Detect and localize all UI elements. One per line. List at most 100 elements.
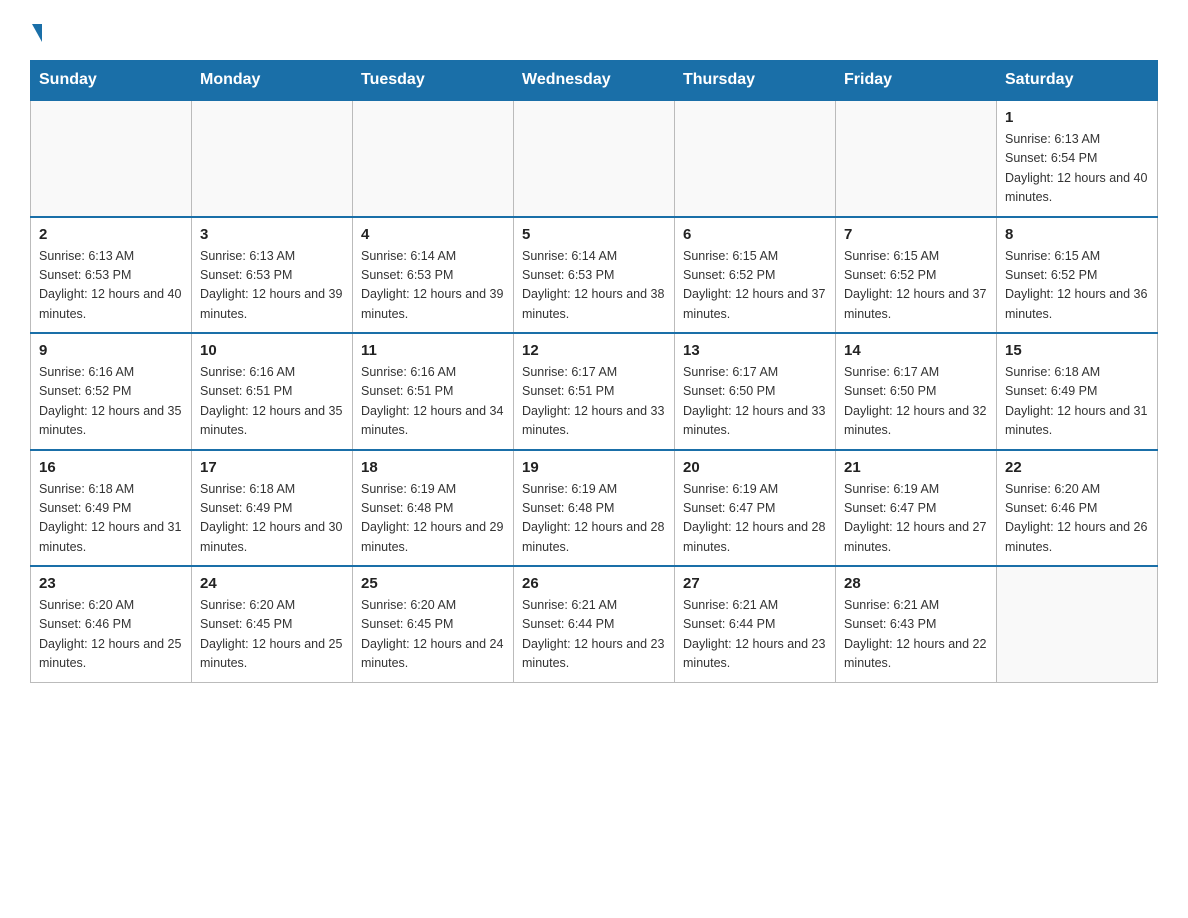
day-header-sunday: Sunday	[31, 61, 192, 101]
calendar-cell: 12 Sunrise: 6:17 AMSunset: 6:51 PMDayligh…	[514, 333, 675, 450]
day-info: Sunrise: 6:13 AMSunset: 6:54 PMDaylight:…	[1005, 130, 1149, 208]
day-info: Sunrise: 6:18 AMSunset: 6:49 PMDaylight:…	[39, 480, 183, 558]
calendar-cell: 4 Sunrise: 6:14 AMSunset: 6:53 PMDaylight…	[353, 217, 514, 334]
day-header-wednesday: Wednesday	[514, 61, 675, 101]
day-info: Sunrise: 6:21 AMSunset: 6:43 PMDaylight:…	[844, 596, 988, 674]
calendar-cell: 14 Sunrise: 6:17 AMSunset: 6:50 PMDayligh…	[836, 333, 997, 450]
calendar-cell: 17Sunrise: 6:18 AMSunset: 6:49 PMDayligh…	[192, 450, 353, 567]
calendar-cell	[31, 100, 192, 217]
day-info: Sunrise: 6:19 AMSunset: 6:48 PMDaylight:…	[361, 480, 505, 558]
calendar-cell: 8 Sunrise: 6:15 AMSunset: 6:52 PMDaylight…	[997, 217, 1158, 334]
calendar-cell: 11 Sunrise: 6:16 AMSunset: 6:51 PMDayligh…	[353, 333, 514, 450]
calendar-cell: 13 Sunrise: 6:17 AMSunset: 6:50 PMDayligh…	[675, 333, 836, 450]
calendar-cell	[675, 100, 836, 217]
day-info: Sunrise: 6:21 AMSunset: 6:44 PMDaylight:…	[683, 596, 827, 674]
calendar-cell: 28 Sunrise: 6:21 AMSunset: 6:43 PMDayligh…	[836, 566, 997, 682]
day-number: 15	[1005, 342, 1149, 359]
day-info: Sunrise: 6:18 AMSunset: 6:49 PMDaylight:…	[1005, 363, 1149, 441]
day-number: 6	[683, 226, 827, 243]
day-number: 28	[844, 575, 988, 592]
calendar-cell	[836, 100, 997, 217]
week-row-4: 16 Sunrise: 6:18 AMSunset: 6:49 PMDayligh…	[31, 450, 1158, 567]
day-number: 1	[1005, 109, 1149, 126]
day-info: Sunrise: 6:19 AMSunset: 6:47 PMDaylight:…	[844, 480, 988, 558]
logo-arrow-icon	[32, 24, 42, 42]
day-number: 26	[522, 575, 666, 592]
page-header	[30, 24, 1158, 42]
week-row-2: 2 Sunrise: 6:13 AMSunset: 6:53 PMDaylight…	[31, 217, 1158, 334]
day-number: 14	[844, 342, 988, 359]
day-number: 13	[683, 342, 827, 359]
day-number: 8	[1005, 226, 1149, 243]
day-number: 3	[200, 226, 344, 243]
calendar-cell: 22Sunrise: 6:20 AMSunset: 6:46 PMDayligh…	[997, 450, 1158, 567]
day-info: Sunrise: 6:18 AMSunset: 6:49 PMDaylight:…	[200, 480, 344, 558]
day-info: Sunrise: 6:14 AMSunset: 6:53 PMDaylight:…	[522, 247, 666, 325]
day-info: Sunrise: 6:14 AMSunset: 6:53 PMDaylight:…	[361, 247, 505, 325]
day-header-friday: Friday	[836, 61, 997, 101]
day-number: 19	[522, 459, 666, 476]
day-info: Sunrise: 6:15 AMSunset: 6:52 PMDaylight:…	[1005, 247, 1149, 325]
calendar-cell: 3Sunrise: 6:13 AMSunset: 6:53 PMDaylight…	[192, 217, 353, 334]
week-row-1: 1 Sunrise: 6:13 AMSunset: 6:54 PMDaylight…	[31, 100, 1158, 217]
day-info: Sunrise: 6:20 AMSunset: 6:46 PMDaylight:…	[39, 596, 183, 674]
day-number: 5	[522, 226, 666, 243]
day-number: 21	[844, 459, 988, 476]
calendar-cell: 23 Sunrise: 6:20 AMSunset: 6:46 PMDayligh…	[31, 566, 192, 682]
day-info: Sunrise: 6:17 AMSunset: 6:50 PMDaylight:…	[683, 363, 827, 441]
day-info: Sunrise: 6:15 AMSunset: 6:52 PMDaylight:…	[844, 247, 988, 325]
day-number: 10	[200, 342, 344, 359]
day-info: Sunrise: 6:15 AMSunset: 6:52 PMDaylight:…	[683, 247, 827, 325]
calendar-cell: 9Sunrise: 6:16 AMSunset: 6:52 PMDaylight…	[31, 333, 192, 450]
day-header-monday: Monday	[192, 61, 353, 101]
calendar-cell	[192, 100, 353, 217]
day-info: Sunrise: 6:20 AMSunset: 6:46 PMDaylight:…	[1005, 480, 1149, 558]
day-info: Sunrise: 6:16 AMSunset: 6:52 PMDaylight:…	[39, 363, 183, 441]
day-number: 16	[39, 459, 183, 476]
day-info: Sunrise: 6:17 AMSunset: 6:50 PMDaylight:…	[844, 363, 988, 441]
day-number: 12	[522, 342, 666, 359]
calendar-cell: 5 Sunrise: 6:14 AMSunset: 6:53 PMDaylight…	[514, 217, 675, 334]
day-info: Sunrise: 6:21 AMSunset: 6:44 PMDaylight:…	[522, 596, 666, 674]
calendar-cell	[353, 100, 514, 217]
calendar-cell: 7 Sunrise: 6:15 AMSunset: 6:52 PMDaylight…	[836, 217, 997, 334]
day-number: 20	[683, 459, 827, 476]
calendar-cell: 21 Sunrise: 6:19 AMSunset: 6:47 PMDayligh…	[836, 450, 997, 567]
calendar-cell: 27 Sunrise: 6:21 AMSunset: 6:44 PMDayligh…	[675, 566, 836, 682]
day-info: Sunrise: 6:16 AMSunset: 6:51 PMDaylight:…	[361, 363, 505, 441]
day-number: 27	[683, 575, 827, 592]
day-info: Sunrise: 6:17 AMSunset: 6:51 PMDaylight:…	[522, 363, 666, 441]
calendar-cell	[997, 566, 1158, 682]
calendar-cell: 24 Sunrise: 6:20 AMSunset: 6:45 PMDayligh…	[192, 566, 353, 682]
day-info: Sunrise: 6:16 AMSunset: 6:51 PMDaylight:…	[200, 363, 344, 441]
day-info: Sunrise: 6:20 AMSunset: 6:45 PMDaylight:…	[200, 596, 344, 674]
calendar-cell: 6 Sunrise: 6:15 AMSunset: 6:52 PMDaylight…	[675, 217, 836, 334]
day-number: 2	[39, 226, 183, 243]
day-number: 7	[844, 226, 988, 243]
calendar-cell: 16 Sunrise: 6:18 AMSunset: 6:49 PMDayligh…	[31, 450, 192, 567]
day-number: 18	[361, 459, 505, 476]
calendar-cell	[514, 100, 675, 217]
day-number: 24	[200, 575, 344, 592]
calendar-cell: 25 Sunrise: 6:20 AMSunset: 6:45 PMDayligh…	[353, 566, 514, 682]
calendar-cell: 26 Sunrise: 6:21 AMSunset: 6:44 PMDayligh…	[514, 566, 675, 682]
calendar-cell: 19 Sunrise: 6:19 AMSunset: 6:48 PMDayligh…	[514, 450, 675, 567]
day-number: 25	[361, 575, 505, 592]
day-number: 4	[361, 226, 505, 243]
calendar-cell: 2 Sunrise: 6:13 AMSunset: 6:53 PMDaylight…	[31, 217, 192, 334]
calendar-cell: 18 Sunrise: 6:19 AMSunset: 6:48 PMDayligh…	[353, 450, 514, 567]
day-number: 11	[361, 342, 505, 359]
day-header-saturday: Saturday	[997, 61, 1158, 101]
week-row-5: 23 Sunrise: 6:20 AMSunset: 6:46 PMDayligh…	[31, 566, 1158, 682]
day-info: Sunrise: 6:20 AMSunset: 6:45 PMDaylight:…	[361, 596, 505, 674]
calendar-header-row: SundayMondayTuesdayWednesdayThursdayFrid…	[31, 61, 1158, 101]
week-row-3: 9Sunrise: 6:16 AMSunset: 6:52 PMDaylight…	[31, 333, 1158, 450]
calendar-table: SundayMondayTuesdayWednesdayThursdayFrid…	[30, 60, 1158, 683]
day-info: Sunrise: 6:19 AMSunset: 6:48 PMDaylight:…	[522, 480, 666, 558]
calendar-cell: 1 Sunrise: 6:13 AMSunset: 6:54 PMDaylight…	[997, 100, 1158, 217]
calendar-cell: 20Sunrise: 6:19 AMSunset: 6:47 PMDayligh…	[675, 450, 836, 567]
day-info: Sunrise: 6:13 AMSunset: 6:53 PMDaylight:…	[39, 247, 183, 325]
logo	[30, 24, 44, 42]
calendar-cell: 10 Sunrise: 6:16 AMSunset: 6:51 PMDayligh…	[192, 333, 353, 450]
day-number: 23	[39, 575, 183, 592]
